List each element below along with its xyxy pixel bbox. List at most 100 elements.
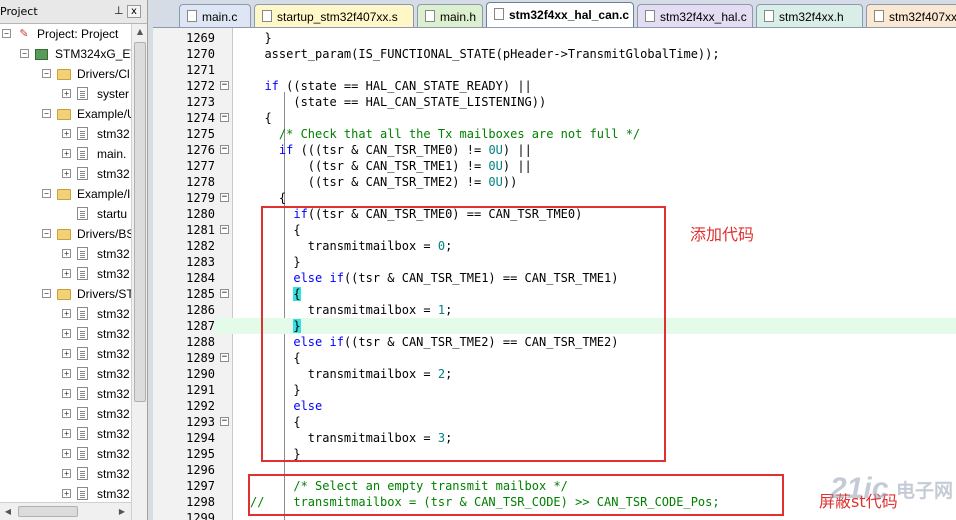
- expand-icon[interactable]: +: [62, 269, 71, 278]
- tree-item-label: stm32: [97, 327, 130, 341]
- tree-vertical-scrollbar[interactable]: ▲: [131, 24, 147, 520]
- code-line[interactable]: 1274− {: [153, 110, 956, 126]
- fold-toggle-icon[interactable]: −: [220, 145, 229, 154]
- expand-icon[interactable]: +: [62, 449, 71, 458]
- file-icon: [425, 10, 435, 22]
- expand-icon[interactable]: +: [62, 389, 71, 398]
- tree-item[interactable]: − Example/U: [0, 104, 136, 124]
- code-line[interactable]: 1276− if (((tsr & CAN_TSR_TME0) != 0U) |…: [153, 142, 956, 158]
- fold-toggle-icon[interactable]: −: [220, 417, 229, 426]
- line-number: 1286: [186, 303, 215, 317]
- tree-item[interactable]: + stm32: [0, 444, 131, 464]
- file-icon: [262, 10, 272, 22]
- expand-icon[interactable]: +: [62, 329, 71, 338]
- fold-toggle-icon[interactable]: −: [220, 289, 229, 298]
- collapse-icon[interactable]: −: [20, 49, 29, 58]
- tree-item[interactable]: + stm32: [0, 124, 131, 144]
- code-line[interactable]: 1273 (state == HAL_CAN_STATE_LISTENING)): [153, 94, 956, 110]
- collapse-icon[interactable]: −: [42, 229, 51, 238]
- tree-item[interactable]: + stm32: [0, 384, 131, 404]
- collapse-icon[interactable]: −: [42, 189, 51, 198]
- tree-horizontal-scrollbar[interactable]: ◀ ▶: [0, 502, 131, 520]
- tree-item[interactable]: − STM324xG_EV: [0, 44, 138, 64]
- fold-toggle-icon[interactable]: −: [220, 193, 229, 202]
- collapse-icon[interactable]: −: [2, 29, 11, 38]
- code-line[interactable]: 1270 assert_param(IS_FUNCTIONAL_STATE(pH…: [153, 46, 956, 62]
- code-line[interactable]: 1272− if ((state == HAL_CAN_STATE_READY)…: [153, 78, 956, 94]
- code-text: /* Check that all the Tx mailboxes are n…: [278, 127, 641, 141]
- expand-icon[interactable]: +: [62, 249, 71, 258]
- tree-item[interactable]: − Drivers/ST: [0, 284, 134, 304]
- expand-icon[interactable]: +: [62, 469, 71, 478]
- code-text: ((tsr & CAN_TSR_TME1) != 0U) ||: [250, 159, 532, 173]
- fold-toggle-icon[interactable]: −: [220, 113, 229, 122]
- tree-item[interactable]: + stm32: [0, 304, 131, 324]
- expand-icon[interactable]: +: [62, 369, 71, 378]
- scroll-thumb[interactable]: [134, 42, 146, 402]
- editor-tab[interactable]: main.h: [417, 4, 483, 27]
- collapse-icon[interactable]: −: [42, 69, 51, 78]
- editor-tab[interactable]: main.c: [179, 4, 251, 27]
- tree-item-label: stm32: [97, 427, 130, 441]
- expand-icon[interactable]: +: [62, 129, 71, 138]
- code-line[interactable]: 1278 ((tsr & CAN_TSR_TME2) != 0U)): [153, 174, 956, 190]
- expand-icon[interactable]: +: [62, 349, 71, 358]
- tree-item-label: stm32: [97, 407, 130, 421]
- editor-tab[interactable]: stm32f4xx_hal_can.c: [486, 2, 634, 27]
- expand-icon[interactable]: +: [62, 489, 71, 498]
- close-panel-button[interactable]: x: [127, 5, 141, 18]
- tree-item-label: Drivers/ST: [77, 287, 134, 301]
- tree-item[interactable]: + stm32: [0, 264, 131, 284]
- tree-item-label: Drivers/Cl: [77, 67, 130, 81]
- line-number: 1270: [186, 47, 215, 61]
- fold-toggle-icon[interactable]: −: [220, 353, 229, 362]
- tree-item[interactable]: + stm32: [0, 484, 131, 504]
- editor-tab[interactable]: stm32f4xx.h: [756, 4, 863, 27]
- tree-item[interactable]: + stm32: [0, 364, 131, 384]
- tree-item[interactable]: − Example/I: [0, 184, 131, 204]
- file-icon: [77, 127, 88, 140]
- scroll-up-arrow-icon[interactable]: ▲: [132, 24, 147, 40]
- pin-icon[interactable]: ⊥: [114, 4, 124, 17]
- tree-item[interactable]: − Drivers/BS: [0, 224, 134, 244]
- file-icon: [645, 10, 655, 22]
- code-line[interactable]: 1275 /* Check that all the Tx mailboxes …: [153, 126, 956, 142]
- expand-icon[interactable]: +: [62, 169, 71, 178]
- fold-toggle-icon[interactable]: −: [220, 225, 229, 234]
- collapse-icon[interactable]: −: [42, 109, 51, 118]
- expand-icon[interactable]: +: [62, 309, 71, 318]
- code-line[interactable]: 1279− {: [153, 190, 956, 206]
- tree-item[interactable]: − Drivers/Cl: [0, 64, 131, 84]
- tree-item-label: stm32: [97, 487, 130, 501]
- tree-item-label: stm32: [97, 347, 130, 361]
- expand-icon[interactable]: +: [62, 89, 71, 98]
- tree-item[interactable]: + stm32: [0, 344, 131, 364]
- tree-item[interactable]: startu: [0, 204, 131, 224]
- code-editor[interactable]: 1269 } 1270 assert_param(IS_FUNCTIONAL_ST…: [153, 28, 956, 520]
- tree-item[interactable]: + stm32: [0, 164, 131, 184]
- editor-tab[interactable]: stm32f4xx_hal.c: [637, 4, 753, 27]
- tree-item[interactable]: + stm32: [0, 244, 131, 264]
- tree-item[interactable]: + stm32: [0, 324, 131, 344]
- tree-item[interactable]: + syster: [0, 84, 131, 104]
- editor-tab[interactable]: stm32f407xx.h: [866, 4, 956, 27]
- scroll-left-arrow-icon[interactable]: ◀: [0, 503, 16, 520]
- tree-item[interactable]: − ✎ Project: Project: [0, 24, 131, 44]
- collapse-icon[interactable]: −: [42, 289, 51, 298]
- code-line[interactable]: 1271: [153, 62, 956, 78]
- tree-item[interactable]: + main.: [0, 144, 131, 164]
- editor-tab[interactable]: startup_stm32f407xx.s: [254, 4, 414, 27]
- scroll-right-arrow-icon[interactable]: ▶: [114, 503, 130, 520]
- code-line[interactable]: 1269 }: [153, 30, 956, 46]
- expand-icon[interactable]: +: [62, 429, 71, 438]
- hscroll-thumb[interactable]: [18, 506, 78, 517]
- fold-toggle-icon[interactable]: −: [220, 81, 229, 90]
- line-number: 1287: [153, 318, 215, 334]
- expand-icon[interactable]: +: [62, 409, 71, 418]
- tree-item[interactable]: + stm32: [0, 404, 131, 424]
- tree-item[interactable]: + stm32: [0, 424, 131, 444]
- expand-icon[interactable]: +: [62, 149, 71, 158]
- code-line[interactable]: 1277 ((tsr & CAN_TSR_TME1) != 0U) ||: [153, 158, 956, 174]
- line-number: 1299: [186, 511, 215, 520]
- tree-item[interactable]: + stm32: [0, 464, 131, 484]
